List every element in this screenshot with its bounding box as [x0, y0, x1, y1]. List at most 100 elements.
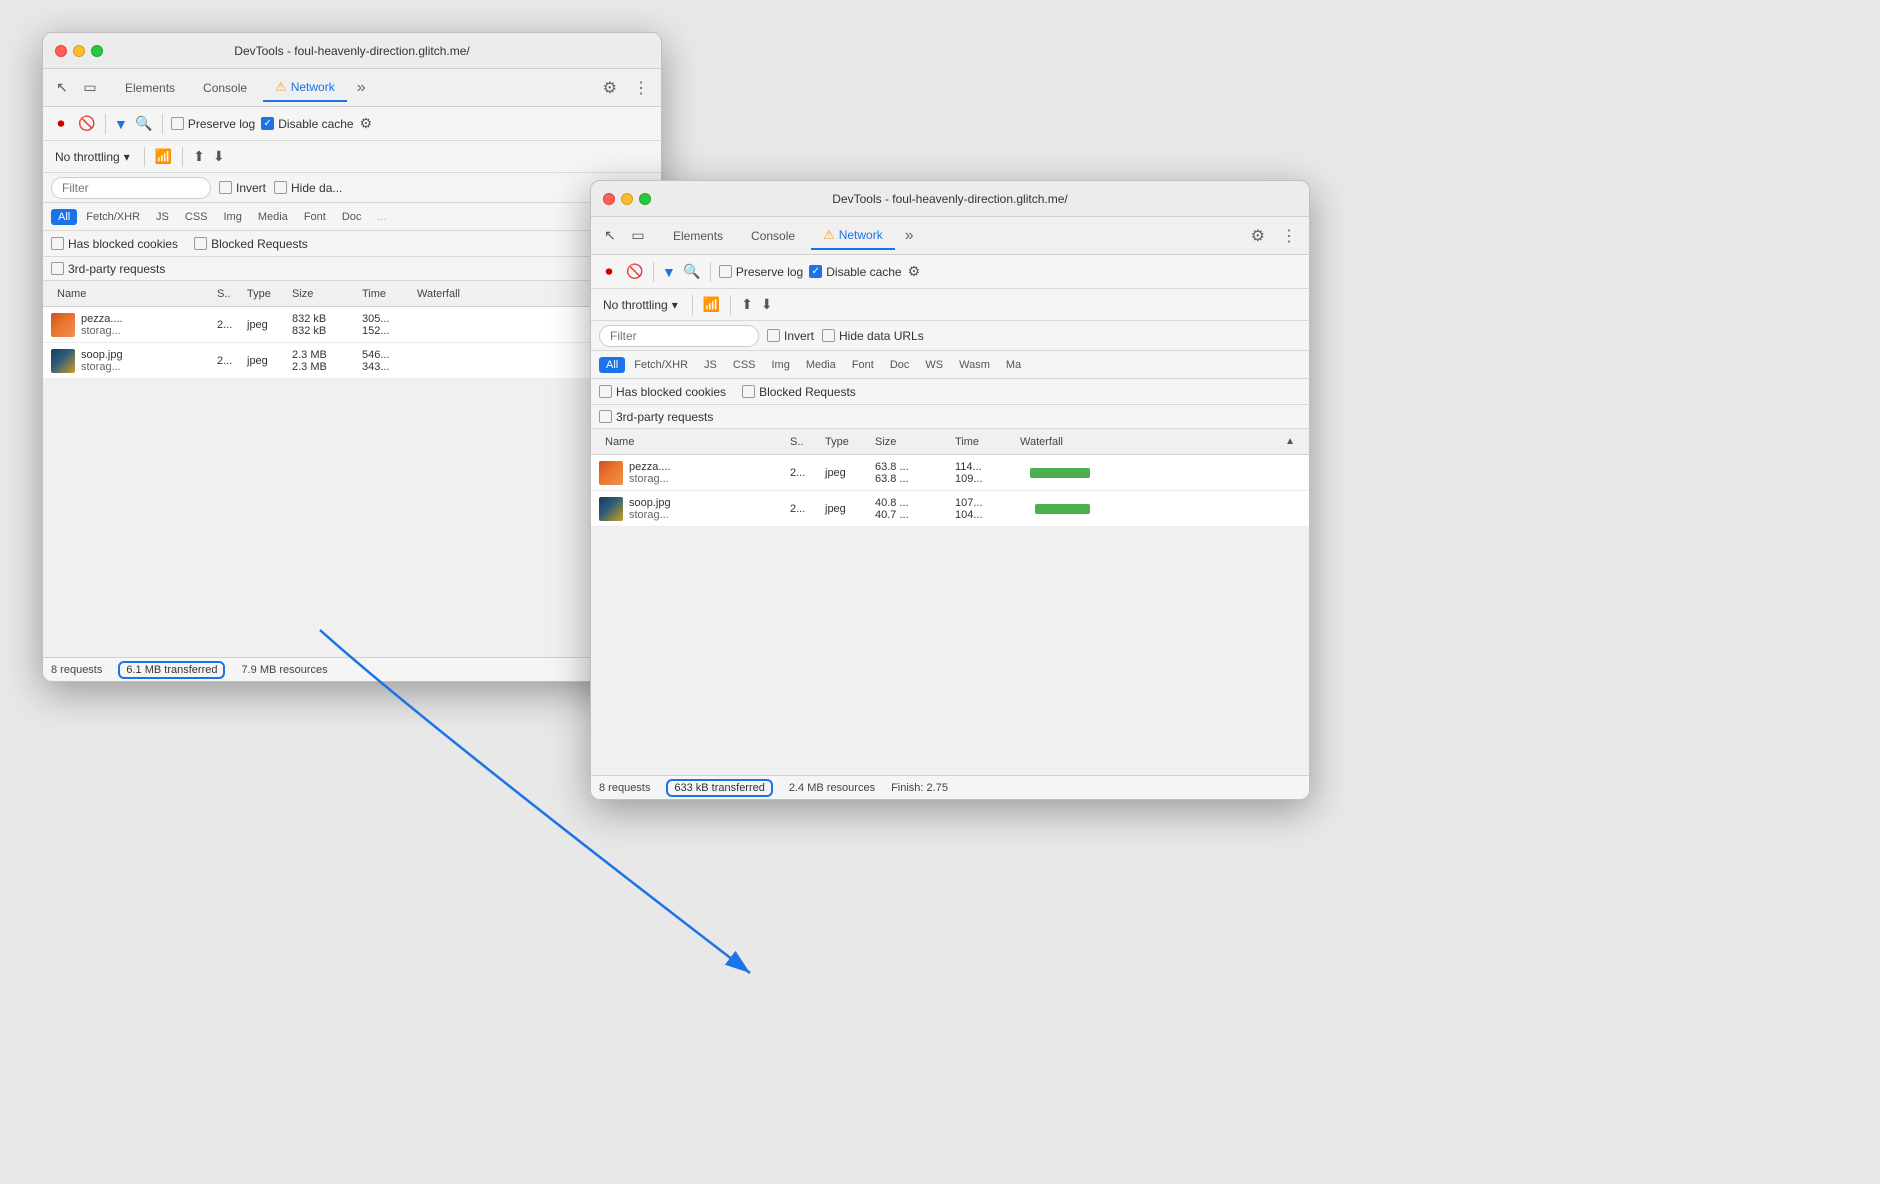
tab-console-front[interactable]: Console — [739, 222, 807, 250]
type-btn-all-back[interactable]: All — [51, 209, 77, 225]
type-btn-ma-front[interactable]: Ma — [999, 357, 1028, 373]
throttling-select-front[interactable]: No throttling ▾ — [599, 296, 682, 314]
tab-network-back[interactable]: ⚠ Network — [263, 74, 347, 102]
settings-icon-back[interactable]: ⚙ — [599, 74, 621, 102]
filter-input-back[interactable] — [51, 177, 211, 199]
type-btn-js-front[interactable]: JS — [697, 357, 724, 373]
blocked-cookies-checkbox-front[interactable]: Has blocked cookies — [599, 385, 726, 399]
more-options-icon-back[interactable]: ⋮ — [629, 74, 653, 102]
invert-checkbox-front[interactable]: Invert — [767, 329, 814, 343]
type-btn-js-back[interactable]: JS — [149, 209, 176, 225]
filter-input-front[interactable] — [599, 325, 759, 347]
network-settings-icon-front[interactable]: ⚙ — [908, 263, 921, 280]
cursor-icon-front[interactable]: ↖ — [599, 225, 621, 247]
hide-data-urls-checkbox-front[interactable]: Hide data URLs — [822, 329, 924, 343]
type-btn-media-front[interactable]: Media — [799, 357, 843, 373]
blocked-requests-checkbox-front[interactable]: Blocked Requests — [742, 385, 856, 399]
table-row-1-back[interactable]: soop.jpg storag... 2... jpeg 2.3 MB 2.3 … — [43, 343, 661, 379]
filter-icon-back[interactable]: ▼ — [114, 116, 128, 132]
th-name-front[interactable]: Name — [599, 436, 784, 448]
type-btn-doc-back[interactable]: Doc — [335, 209, 369, 225]
preserve-log-checkbox-back[interactable]: Preserve log — [171, 117, 255, 131]
table-row-0-back[interactable]: pezza.... storag... 2... jpeg 832 kB 832… — [43, 307, 661, 343]
tab-network-front[interactable]: ⚠ Network — [811, 222, 895, 250]
minimize-button-back[interactable] — [73, 45, 85, 57]
maximize-button-back[interactable] — [91, 45, 103, 57]
traffic-lights-front[interactable] — [603, 193, 651, 205]
upload-icon-back[interactable]: ⬆ — [193, 148, 205, 165]
blocked-cookies-check-front[interactable] — [599, 385, 612, 398]
disable-cache-check-front[interactable]: ✓ — [809, 265, 822, 278]
blocked-requests-check-front[interactable] — [742, 385, 755, 398]
table-row-1-front[interactable]: soop.jpg storag... 2... jpeg 40.8 ... 40… — [591, 491, 1309, 527]
preserve-log-checkbox-front[interactable]: Preserve log — [719, 265, 803, 279]
type-btn-css-back[interactable]: CSS — [178, 209, 215, 225]
type-btn-doc-front[interactable]: Doc — [883, 357, 917, 373]
tab-more-front[interactable]: » — [899, 227, 920, 245]
disable-cache-checkbox-front[interactable]: ✓ Disable cache — [809, 265, 901, 279]
tab-more-back[interactable]: » — [351, 79, 372, 97]
hide-data-check-front[interactable] — [822, 329, 835, 342]
type-btn-media-back[interactable]: Media — [251, 209, 295, 225]
th-waterfall-front[interactable]: Waterfall ▲ — [1014, 436, 1301, 448]
tab-console-back[interactable]: Console — [191, 74, 259, 102]
disable-cache-checkbox-back[interactable]: ✓ Disable cache — [261, 117, 353, 131]
third-party-checkbox-front[interactable]: 3rd-party requests — [599, 410, 713, 424]
network-settings-icon-back[interactable]: ⚙ — [360, 115, 373, 132]
hide-data-urls-checkbox-back[interactable]: Hide da... — [274, 181, 342, 195]
third-party-check-front[interactable] — [599, 410, 612, 423]
third-party-checkbox-back[interactable]: 3rd-party requests — [51, 262, 165, 276]
type-btn-img-back[interactable]: Img — [217, 209, 249, 225]
th-name-back[interactable]: Name — [51, 288, 211, 300]
clear-button-back[interactable]: 🚫 — [77, 114, 97, 134]
tab-elements-front[interactable]: Elements — [661, 222, 735, 250]
type-btn-all-front[interactable]: All — [599, 357, 625, 373]
type-btn-xhr-front[interactable]: Fetch/XHR — [627, 357, 695, 373]
maximize-button-front[interactable] — [639, 193, 651, 205]
clear-button-front[interactable]: 🚫 — [625, 262, 645, 282]
th-type-front[interactable]: Type — [819, 436, 869, 448]
preserve-log-check-back[interactable] — [171, 117, 184, 130]
third-party-check-back[interactable] — [51, 262, 64, 275]
download-icon-front[interactable]: ⬇ — [761, 296, 773, 313]
inspector-icon-front[interactable]: ▭ — [627, 225, 649, 247]
invert-check-back[interactable] — [219, 181, 232, 194]
th-time-back[interactable]: Time — [356, 288, 411, 300]
type-btn-ws-front[interactable]: WS — [918, 357, 950, 373]
filter-icon-front[interactable]: ▼ — [662, 264, 676, 280]
tab-elements-back[interactable]: Elements — [113, 74, 187, 102]
th-size-front[interactable]: Size — [869, 436, 949, 448]
invert-check-front[interactable] — [767, 329, 780, 342]
type-btn-xhr-back[interactable]: Fetch/XHR — [79, 209, 147, 225]
cursor-icon[interactable]: ↖ — [51, 77, 73, 99]
type-btn-font-front[interactable]: Font — [845, 357, 881, 373]
upload-icon-front[interactable]: ⬆ — [741, 296, 753, 313]
hide-data-check-back[interactable] — [274, 181, 287, 194]
record-button-back[interactable]: ⏺ — [51, 114, 71, 134]
type-btn-wasm-front[interactable]: Wasm — [952, 357, 997, 373]
table-row-0-front[interactable]: pezza.... storag... 2... jpeg 63.8 ... 6… — [591, 455, 1309, 491]
record-button-front[interactable]: ⏺ — [599, 262, 619, 282]
disable-cache-check-back[interactable]: ✓ — [261, 117, 274, 130]
type-btn-css-front[interactable]: CSS — [726, 357, 763, 373]
search-icon-front[interactable]: 🔍 — [682, 262, 702, 282]
blocked-requests-checkbox-back[interactable]: Blocked Requests — [194, 237, 308, 251]
th-type-back[interactable]: Type — [241, 288, 286, 300]
close-button-front[interactable] — [603, 193, 615, 205]
throttling-select-back[interactable]: No throttling ▾ — [51, 148, 134, 166]
traffic-lights-back[interactable] — [55, 45, 103, 57]
invert-checkbox-back[interactable]: Invert — [219, 181, 266, 195]
blocked-cookies-check-back[interactable] — [51, 237, 64, 250]
th-time-front[interactable]: Time — [949, 436, 1014, 448]
preserve-log-check-front[interactable] — [719, 265, 732, 278]
download-icon-back[interactable]: ⬇ — [213, 148, 225, 165]
settings-icon-front[interactable]: ⚙ — [1247, 222, 1269, 250]
blocked-requests-check-back[interactable] — [194, 237, 207, 250]
th-status-front[interactable]: S.. — [784, 436, 819, 448]
inspector-icon[interactable]: ▭ — [79, 77, 101, 99]
th-size-back[interactable]: Size — [286, 288, 356, 300]
search-icon-back[interactable]: 🔍 — [134, 114, 154, 134]
more-options-icon-front[interactable]: ⋮ — [1277, 222, 1301, 250]
type-btn-font-back[interactable]: Font — [297, 209, 333, 225]
type-btn-img-front[interactable]: Img — [765, 357, 797, 373]
